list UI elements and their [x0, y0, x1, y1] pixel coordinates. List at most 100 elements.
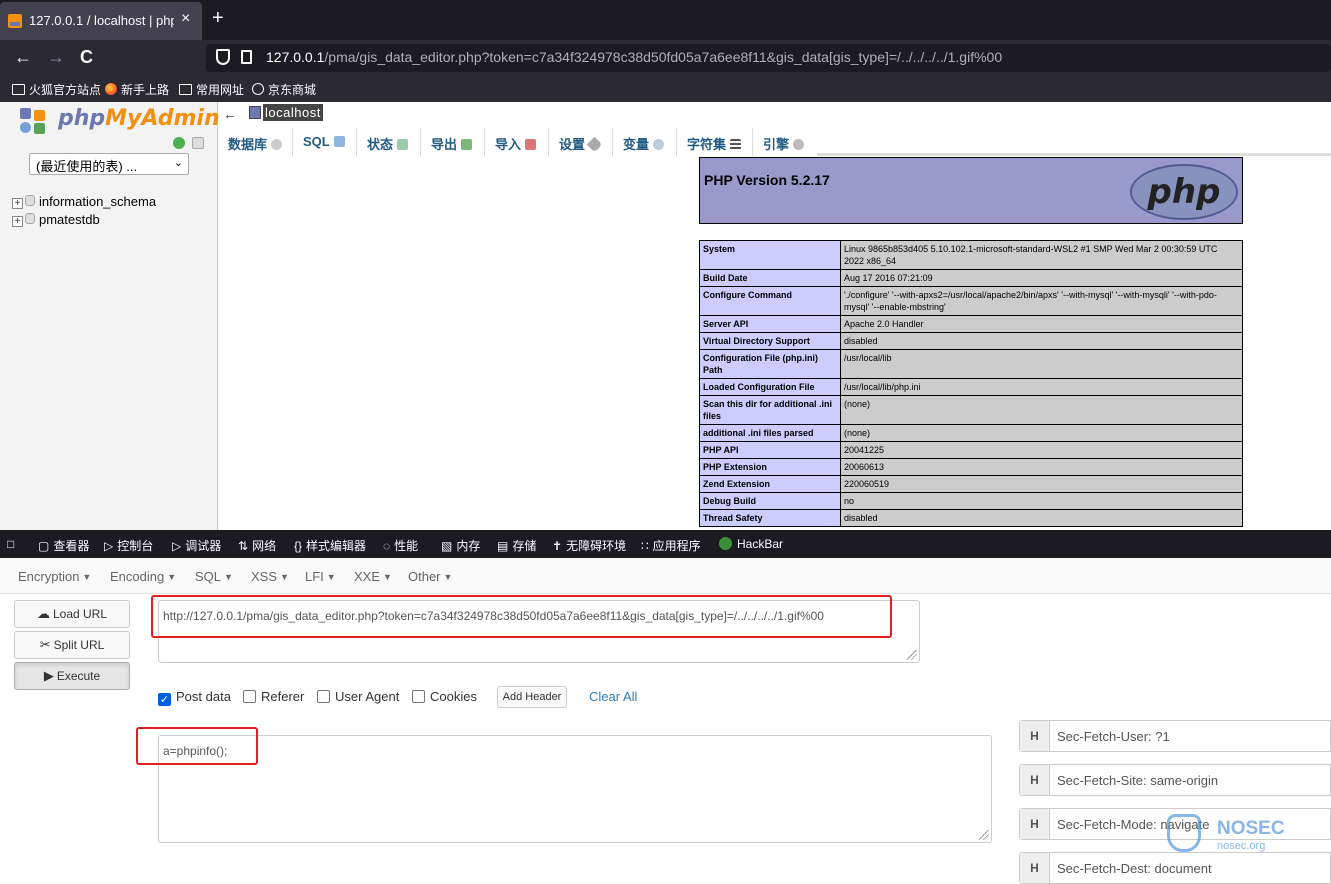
devtools-tab-memory[interactable]: ▧ 内存	[441, 537, 480, 554]
phpinfo-value: './configure' '--with-apxs2=/usr/local/a…	[840, 286, 1243, 316]
caret-icon: ▼	[82, 572, 92, 582]
phpinfo-key: System	[699, 240, 841, 270]
inspector-icon: ▢	[38, 539, 50, 553]
resize-handle-icon[interactable]	[979, 830, 989, 840]
devtools-toolbar: □ ▢ 查看器 ▷ 控制台 ▷ 调试器 ⇅ 网络 {} 样式编辑器 ◌ 性能 ▧ 内存 ▤ 存储…	[0, 530, 1331, 558]
menu-label: LFI	[305, 569, 324, 584]
phpinfo-value: Aug 17 2016 07:21:09	[840, 269, 1243, 287]
devtools-tab-storage[interactable]: ▤ 存储	[497, 537, 536, 554]
phpinfo-key: PHP API	[699, 441, 841, 459]
watermark-site: nosec.org	[1217, 840, 1266, 852]
scissors-icon: ✂	[39, 637, 51, 652]
phpinfo-key: Virtual Directory Support	[699, 332, 841, 350]
devtools-tab-accessibility[interactable]: ✝ 无障碍环境	[552, 537, 626, 554]
devtools-tab-hackbar[interactable]: HackBar	[719, 537, 783, 551]
devtools-tab-style-editor[interactable]: {} 样式编辑器	[294, 537, 366, 554]
header-toggle-button[interactable]: H	[1020, 721, 1050, 751]
caret-icon: ▼	[326, 572, 336, 582]
phpinfo-row: Virtual Directory Support disabled	[699, 332, 1243, 350]
menu-label: XXE	[354, 569, 381, 584]
devtools-tab-console[interactable]: ▷ 控制台	[104, 537, 153, 554]
header-value[interactable]: Sec-Fetch-User: ?1	[1057, 729, 1170, 744]
debugger-icon: ▷	[172, 539, 182, 553]
resize-handle-icon[interactable]	[907, 650, 917, 660]
button-label: Split URL	[53, 638, 105, 652]
tab-label: 调试器	[185, 539, 222, 553]
phpinfo-key: Debug Build	[699, 492, 841, 510]
header-value[interactable]: Sec-Fetch-Dest: document	[1057, 861, 1212, 876]
phpinfo-key: Server API	[699, 315, 841, 333]
shield-logo-icon	[1167, 814, 1201, 852]
tab-label: 查看器	[53, 539, 90, 553]
user-agent-checkbox[interactable]: User Agent	[317, 689, 399, 704]
devtools-tab-debugger[interactable]: ▷ 调试器	[172, 537, 221, 554]
execute-button[interactable]: ▶ Execute	[14, 662, 130, 690]
phpinfo-key: Zend Extension	[699, 475, 841, 493]
menu-label: XSS	[251, 569, 278, 584]
menu-xxe[interactable]: XXE ▼	[354, 569, 392, 584]
tab-label: 存储	[512, 539, 537, 553]
add-header-button[interactable]: Add Header	[497, 686, 567, 708]
phpinfo-row: PHP API 20041225	[699, 441, 1243, 459]
phpinfo-key: PHP Extension	[699, 458, 841, 476]
post-data-checkbox[interactable]: ✓ Post data	[158, 689, 231, 706]
tab-label: 网络	[252, 539, 277, 553]
tab-label: 无障碍环境	[566, 539, 627, 553]
header-value[interactable]: Sec-Fetch-Site: same-origin	[1057, 773, 1218, 788]
checkbox-box	[243, 690, 256, 703]
tab-label: HackBar	[737, 537, 784, 551]
phpinfo-key: Scan this dir for additional .ini files	[699, 395, 841, 425]
phpinfo-row: Server API Apache 2.0 Handler	[699, 315, 1243, 333]
tab-label: 应用程序	[652, 539, 701, 553]
checkbox-box	[412, 690, 425, 703]
phpinfo-row: Thread Safety disabled	[699, 509, 1243, 527]
braces-icon: {}	[294, 539, 303, 553]
phpinfo-value: 220060519	[840, 475, 1243, 493]
cookies-checkbox[interactable]: Cookies	[412, 689, 477, 704]
menu-lfi[interactable]: LFI ▼	[305, 569, 336, 584]
menu-xss[interactable]: XSS ▼	[251, 569, 289, 584]
clear-all-link[interactable]: Clear All	[589, 689, 637, 704]
header-row[interactable]: H Sec-Fetch-Site: same-origin	[1019, 764, 1331, 796]
caret-icon: ▼	[383, 572, 392, 582]
referer-checkbox[interactable]: Referer	[243, 689, 304, 704]
checkmark-icon: ✓	[158, 693, 171, 706]
menu-encryption[interactable]: Encryption ▼	[18, 569, 91, 584]
menu-label: SQL	[195, 569, 222, 584]
phpinfo-key: additional .ini files parsed	[699, 424, 841, 442]
devtools-tab-network[interactable]: ⇅ 网络	[238, 537, 276, 554]
menu-sql[interactable]: SQL ▼	[195, 569, 233, 584]
phpinfo-value: disabled	[840, 509, 1243, 527]
storage-icon: ▤	[497, 539, 509, 553]
cloud-download-icon: ☁	[36, 606, 50, 621]
watermark-brand: NOSEC	[1217, 818, 1285, 839]
header-toggle-button[interactable]: H	[1020, 765, 1050, 795]
devtools-tab-inspector[interactable]: ▢ 查看器	[38, 537, 89, 554]
phpinfo-table: System Linux 9865b853d405 5.10.102.1-micr…	[699, 240, 1243, 527]
menu-encoding[interactable]: Encoding ▼	[110, 569, 176, 584]
menu-other[interactable]: Other ▼	[408, 569, 452, 584]
header-toggle-button[interactable]: H	[1020, 853, 1050, 883]
pick-element-icon[interactable]: □	[7, 537, 14, 551]
devtools-tab-performance[interactable]: ◌ 性能	[383, 537, 418, 554]
checkbox-label: Cookies	[430, 689, 477, 704]
devtools-tab-application[interactable]: ∷ 应用程序	[641, 537, 701, 554]
load-url-button[interactable]: ☁ Load URL	[14, 600, 130, 628]
phpinfo-row: Loaded Configuration File/usr/local/lib/…	[699, 378, 1243, 396]
checkbox-label: Post data	[176, 689, 231, 704]
phpinfo-value: disabled	[840, 332, 1243, 350]
header-row[interactable]: H Sec-Fetch-User: ?1	[1019, 720, 1331, 752]
phpinfo-value: (none)	[840, 395, 1243, 425]
phpinfo-row: PHP Extension 20060613	[699, 458, 1243, 476]
caret-icon: ▼	[280, 572, 289, 582]
split-url-button[interactable]: ✂ Split URL	[14, 631, 130, 659]
phpinfo-value: /usr/local/lib/php.ini	[840, 378, 1243, 396]
post-body-textarea[interactable]: a=phpinfo();	[158, 735, 992, 843]
phpinfo-key: Thread Safety	[699, 509, 841, 527]
button-label: Load URL	[52, 607, 108, 621]
phpinfo-value: Apache 2.0 Handler	[840, 315, 1243, 333]
header-toggle-button[interactable]: H	[1020, 809, 1050, 839]
button-label: Execute	[56, 669, 101, 683]
phpinfo-value: /usr/local/lib	[840, 349, 1243, 379]
memory-icon: ▧	[441, 539, 453, 553]
